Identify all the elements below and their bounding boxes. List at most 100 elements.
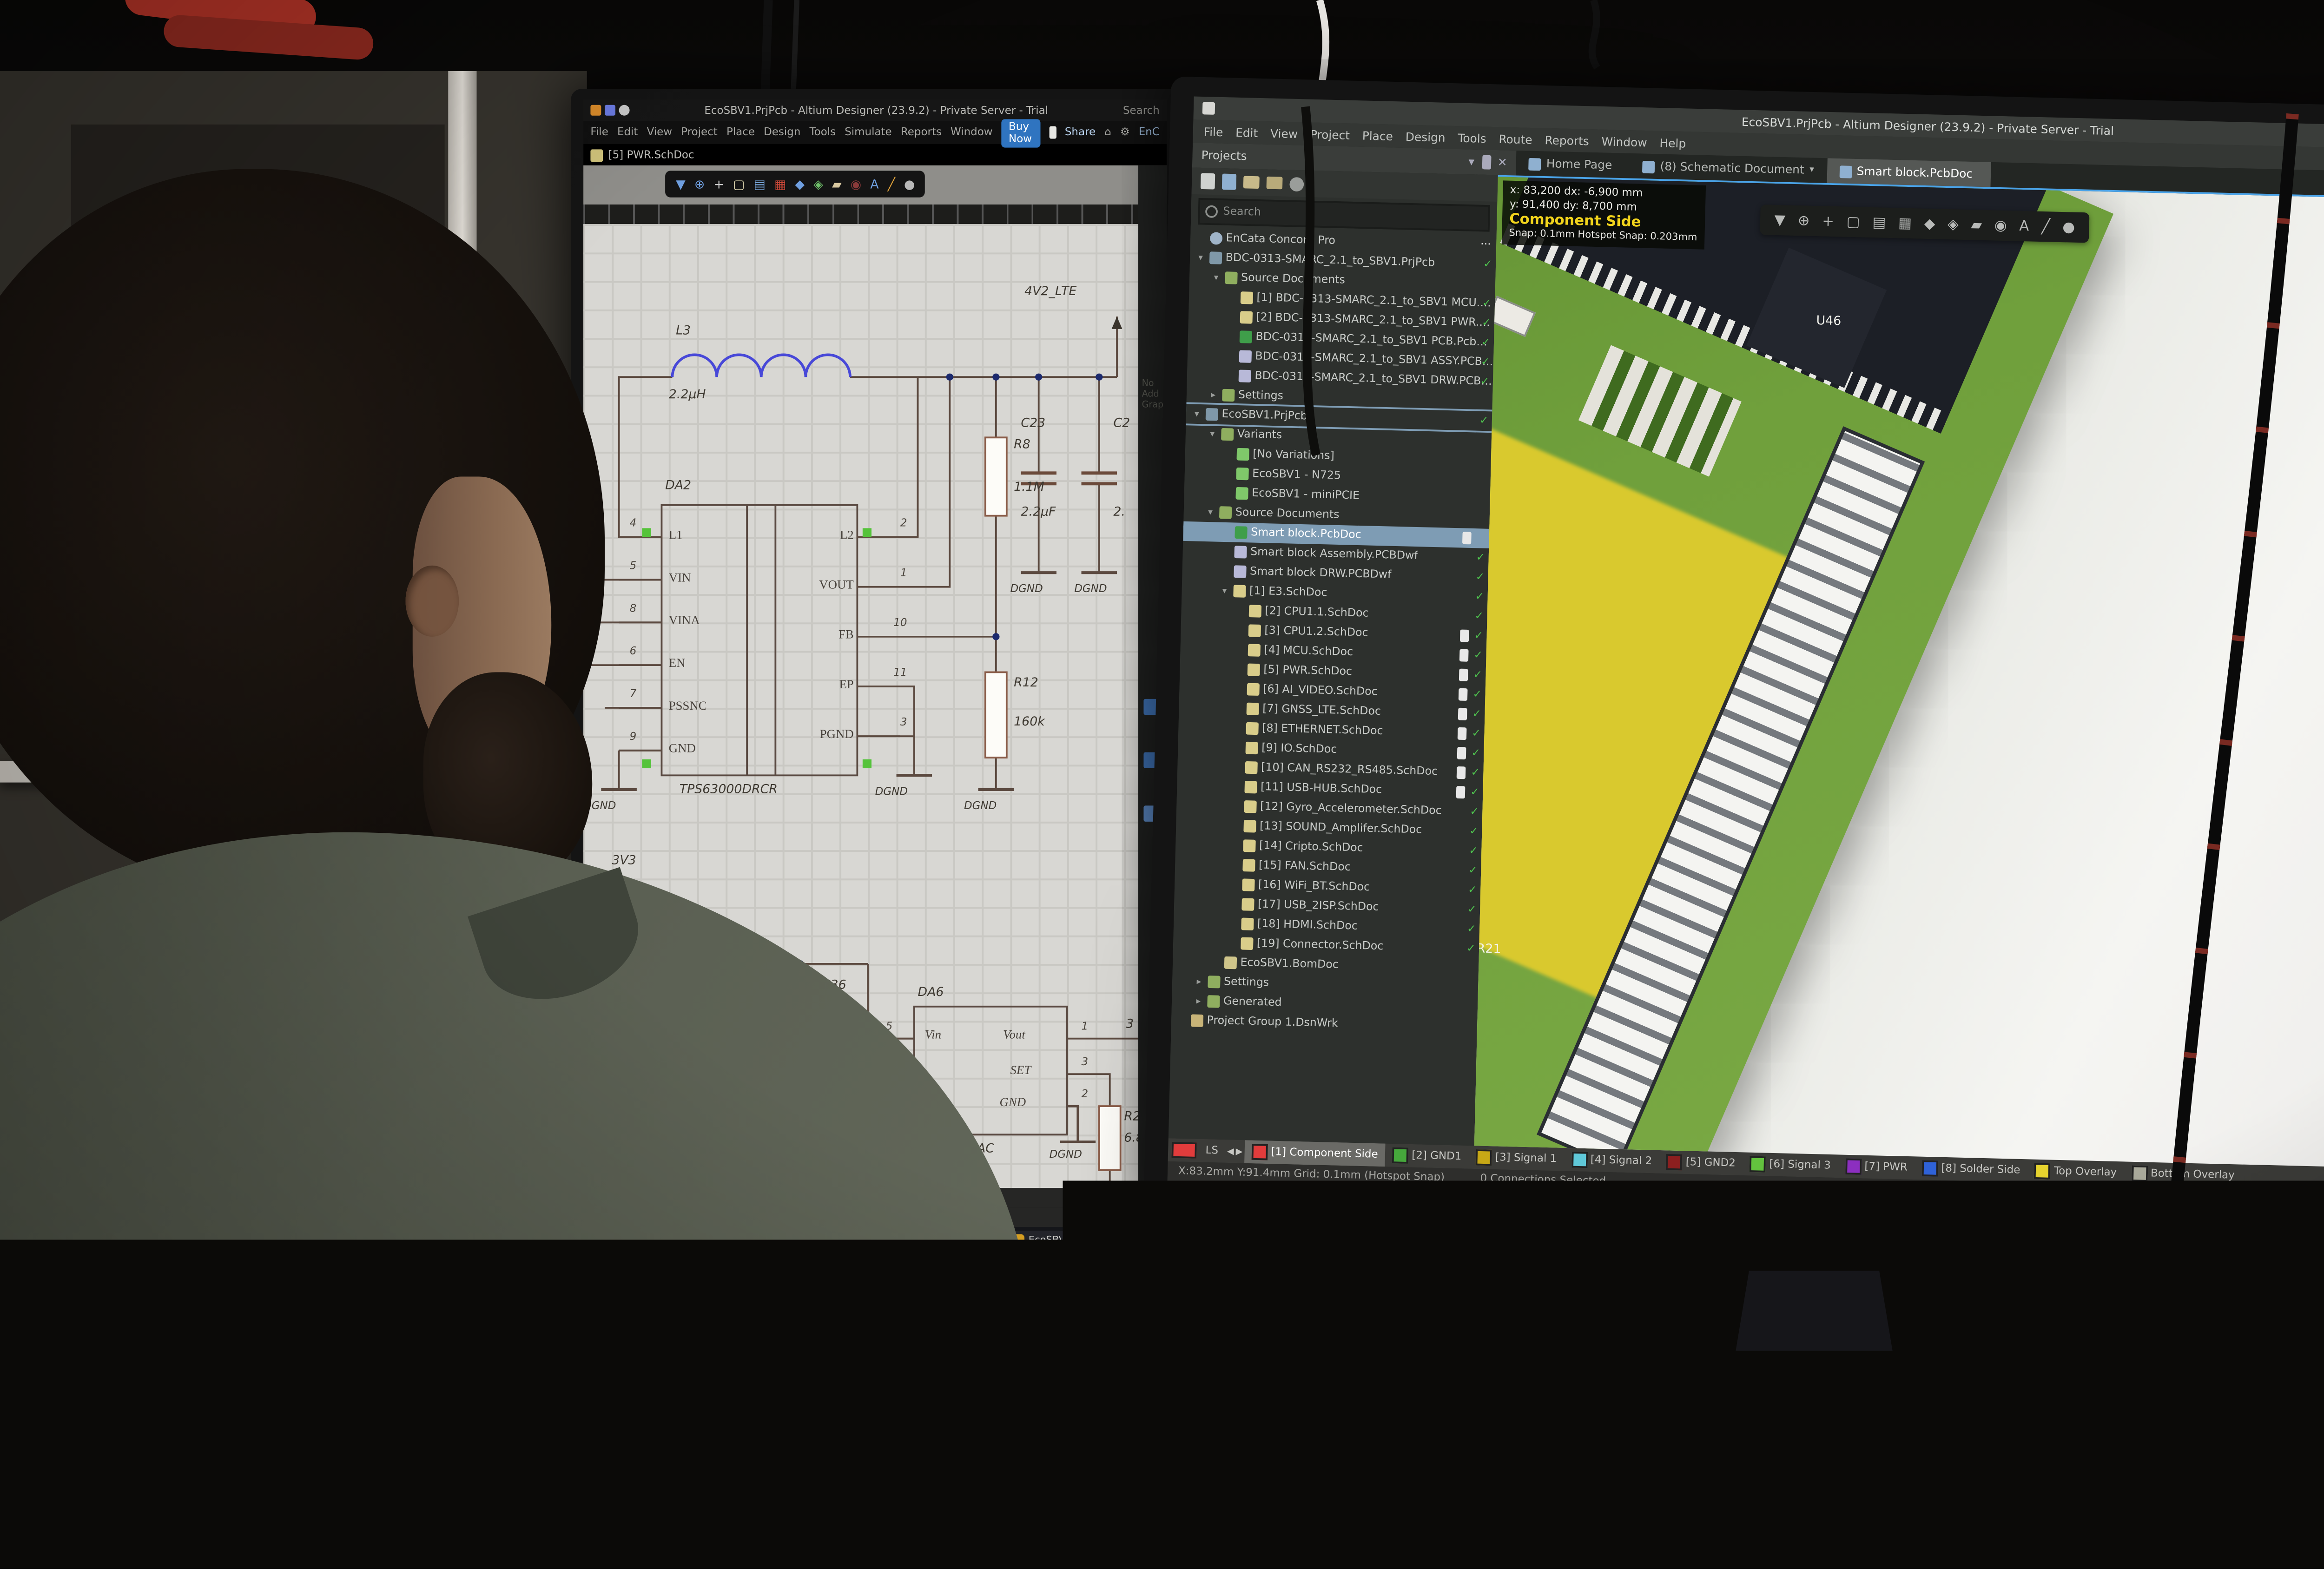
tool-icon[interactable]: ▼ — [1774, 212, 1785, 228]
tool-icon[interactable]: ╱ — [2041, 218, 2050, 235]
panel-close-icon[interactable]: ✕ — [1497, 155, 1507, 170]
compile-icon[interactable] — [1222, 174, 1236, 190]
document-tab[interactable]: Home Page — [1516, 151, 1630, 178]
rm-floating-toolbar[interactable]: ▼ ⊕ + ▢ ▤ ▦ ◆ ◈ ▰ ◉ A ╱ ● — [1760, 204, 2089, 243]
lm-menu-item[interactable]: Project — [681, 126, 718, 139]
lm-menu-item[interactable]: View — [647, 126, 673, 139]
rm-menu-item[interactable]: Route — [1499, 132, 1532, 146]
rm-menu-item[interactable]: Design — [1405, 129, 1446, 145]
tool-icon[interactable]: A — [870, 177, 878, 191]
scroll-right-icon[interactable]: ▶ — [1235, 1146, 1242, 1157]
taskbar-item[interactable]: w_spas... — [853, 1230, 924, 1253]
taskbar-item[interactable]: w_spase - app_stm32l... — [1801, 1198, 1960, 1227]
tool-icon[interactable]: ◉ — [851, 177, 861, 191]
lm-menu-item[interactable]: Simulate — [845, 126, 891, 139]
tool-icon[interactable]: ◆ — [1924, 216, 1935, 232]
layer-tab[interactable]: [5] GND2 — [1659, 1150, 1743, 1175]
rm-menu-item[interactable]: Tools — [1458, 131, 1486, 145]
lm-menu-item[interactable]: Edit — [617, 126, 638, 139]
folder-icon[interactable] — [1243, 176, 1260, 189]
rm-menu-item[interactable]: Reports — [1545, 132, 1589, 148]
tool-icon[interactable]: + — [1822, 213, 1834, 230]
layer-tab[interactable]: [1] Component Side — [1244, 1140, 1386, 1167]
app-icon[interactable] — [637, 1233, 653, 1249]
taskbar-item[interactable]: EcoSBV1.PrjPcb - Alti... — [2121, 1206, 2273, 1235]
chrome-icon[interactable] — [1401, 1193, 1418, 1209]
projects-search[interactable]: Search — [1198, 198, 1490, 232]
taskbar-item[interactable]: Login -... — [701, 1230, 770, 1253]
rm-menu-item[interactable]: Help — [1659, 135, 1686, 150]
tool-icon[interactable]: ⊕ — [1797, 212, 1809, 229]
app-icon[interactable] — [1444, 1194, 1460, 1210]
app-icon[interactable] — [680, 1233, 695, 1249]
scroll-left-icon[interactable]: ◀ — [1227, 1146, 1234, 1157]
lm-doc-tab[interactable]: [5] PWR.SchDoc — [608, 149, 694, 161]
tool-icon[interactable]: ▤ — [1872, 214, 1886, 231]
lm-schematic-sheet[interactable]: L3 2.2µH DA2 TPS63000DRCR 4V2_LTE R8 1.1… — [583, 224, 1138, 1188]
taskbar-item[interactable]: EcoSBV... — [1007, 1230, 1079, 1253]
lm-menu-item[interactable]: File — [590, 126, 608, 139]
taskbar-item[interactable]: EcoSBV... — [930, 1230, 1002, 1253]
tool-icon[interactable]: + — [713, 177, 724, 191]
tool-icon[interactable]: ⊕ — [694, 177, 705, 191]
panel-pin-icon[interactable] — [1481, 155, 1491, 170]
tool-icon[interactable]: ▤ — [754, 177, 766, 191]
rm-menu-item[interactable]: Project — [1310, 127, 1350, 142]
tool-icon[interactable]: ▰ — [1971, 217, 1982, 233]
layer-tab[interactable]: [4] Signal 2 — [1564, 1148, 1659, 1173]
tool-icon[interactable]: ◉ — [1994, 218, 2007, 234]
tool-icon[interactable]: ▢ — [733, 177, 745, 191]
layer-tab[interactable]: [8] Solder Side — [1914, 1156, 2027, 1182]
app-icon[interactable] — [658, 1233, 674, 1249]
save-icon[interactable] — [1201, 173, 1215, 189]
lm-buy-now-button[interactable]: Buy Now — [1002, 118, 1040, 146]
tool-icon[interactable]: ◈ — [813, 177, 823, 191]
lm-share-button[interactable]: Share — [1065, 126, 1096, 139]
tool-icon[interactable]: A — [2019, 218, 2029, 234]
start-button[interactable] — [1174, 1187, 1192, 1205]
layer-tab[interactable]: [3] Signal 1 — [1468, 1146, 1564, 1171]
lm-menu-item[interactable]: Design — [764, 126, 800, 139]
layer-tab[interactable]: [7] PWR — [1837, 1154, 1915, 1180]
pcb-3d-viewport[interactable]: C50R12L24R21U46 x: 83,200 dx: -6,900 mm … — [1474, 175, 2324, 1167]
tool-icon[interactable]: ● — [2062, 219, 2075, 235]
layer-tab[interactable]: Top Overlay — [2027, 1159, 2124, 1185]
tool-icon[interactable]: ▰ — [832, 177, 842, 191]
chrome-icon[interactable] — [615, 1233, 631, 1249]
tool-icon[interactable]: ▦ — [1898, 215, 1912, 231]
lm-menu-item[interactable]: Tools — [810, 126, 836, 139]
app-icon[interactable] — [1466, 1194, 1482, 1211]
comment-icon[interactable] — [1049, 126, 1056, 139]
tool-icon[interactable]: ▦ — [774, 177, 786, 191]
home-icon[interactable]: ⌂ — [1104, 126, 1111, 139]
layer-tab[interactable]: Bottom Overlay — [2124, 1161, 2242, 1187]
tool-icon[interactable]: ◆ — [795, 177, 805, 191]
tool-icon[interactable]: ◈ — [1948, 216, 1959, 232]
taskbar-search[interactable] — [1197, 1186, 1396, 1211]
rm-menu-item[interactable]: Place — [1362, 128, 1393, 143]
lm-search[interactable]: Search — [1123, 104, 1160, 117]
layer-tab[interactable]: [6] Signal 3 — [1743, 1152, 1838, 1178]
settings-icon[interactable] — [1289, 176, 1304, 191]
lm-menu-item[interactable]: Window — [951, 126, 993, 139]
tool-icon[interactable]: ▼ — [676, 177, 686, 191]
tool-icon[interactable]: ╱ — [888, 177, 895, 191]
layer-tab[interactable]: [2] GND1 — [1385, 1144, 1469, 1169]
tool-icon[interactable]: ● — [904, 177, 915, 191]
rm-menu-item[interactable]: View — [1270, 126, 1298, 141]
lm-floating-toolbar[interactable]: ▼ ⊕ + ▢ ▤ ▦ ◆ ◈ ▰ ◉ A ╱ ● — [665, 171, 925, 197]
document-tab[interactable]: Smart block.PcbDoc — [1826, 158, 1991, 187]
layer-set-tab[interactable]: LS — [1198, 1139, 1226, 1163]
rm-menu-item[interactable]: Edit — [1235, 125, 1258, 140]
app-icon[interactable] — [1423, 1193, 1439, 1210]
taskbar-item[interactable]: BDC-0301 -Direct Driv... — [1637, 1194, 1796, 1223]
lm-account[interactable]: EnC — [1139, 126, 1160, 139]
tool-icon[interactable]: ▢ — [1846, 214, 1860, 230]
start-icon[interactable] — [590, 1232, 610, 1251]
rm-menu-item[interactable]: Window — [1601, 134, 1647, 149]
taskbar-item[interactable]: EcoSBV1.PrjPcb - Alti... — [1965, 1202, 2117, 1231]
lm-menu-item[interactable]: Reports — [901, 126, 942, 139]
rm-menu-item[interactable]: File — [1203, 124, 1223, 139]
taskbar-item[interactable]: BDC-03... — [775, 1230, 848, 1253]
panel-caret-icon[interactable]: ▾ — [1468, 155, 1474, 169]
